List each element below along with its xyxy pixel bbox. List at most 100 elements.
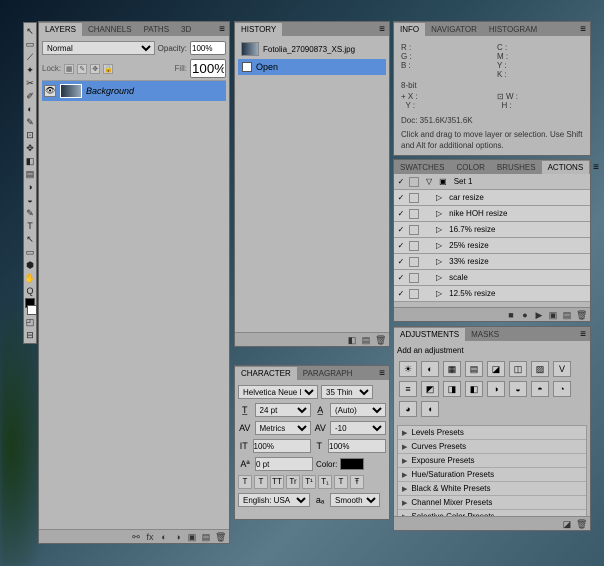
tab-history[interactable]: HISTORY <box>235 23 282 36</box>
lock-all-icon[interactable]: 🔒 <box>103 64 113 74</box>
history-item[interactable]: Open <box>238 59 386 75</box>
vscale-input[interactable] <box>253 439 311 453</box>
tab-character[interactable]: CHARACTER <box>235 367 297 380</box>
action-row[interactable]: ✓▷car resize <box>394 190 590 206</box>
layer-thumbnail[interactable] <box>60 84 82 98</box>
tool-path[interactable]: ↖ <box>24 233 36 245</box>
folder-icon[interactable]: ▣ <box>187 532 197 542</box>
type-style-button[interactable]: T¹ <box>302 475 316 489</box>
kerning-select[interactable]: Metrics <box>255 421 311 435</box>
tool-shape[interactable]: ▭ <box>24 246 36 258</box>
adjustment-button[interactable]: ◩ <box>421 381 439 397</box>
preset-row[interactable]: ▶Levels Presets <box>398 426 586 440</box>
baseline-input[interactable] <box>255 457 313 471</box>
visibility-icon[interactable]: 👁 <box>44 85 56 97</box>
tool-history-brush[interactable]: ✥ <box>24 142 36 154</box>
action-set[interactable]: ✓ ▽ ▣ Set 1 <box>394 174 590 190</box>
tool-hand[interactable]: ✋ <box>24 272 36 284</box>
adjustment-button[interactable]: ≡ <box>399 381 417 397</box>
tool-wand[interactable]: ✦ <box>24 64 36 76</box>
background-swatch[interactable] <box>27 305 37 315</box>
action-row[interactable]: ✓▷12.5% resize <box>394 286 590 302</box>
tracking-select[interactable]: -10 <box>330 421 386 435</box>
clip-icon[interactable]: ◪ <box>562 519 572 529</box>
tool-brush[interactable]: ✎ <box>24 116 36 128</box>
dialog-icon[interactable] <box>409 193 419 203</box>
panel-menu-icon[interactable]: ≡ <box>375 368 389 379</box>
tool-crop[interactable]: ✂ <box>24 77 36 89</box>
tool-zoom[interactable]: Q <box>24 285 36 297</box>
check-icon[interactable]: ✓ <box>396 241 406 250</box>
preset-row[interactable]: ▶Curves Presets <box>398 440 586 454</box>
trash-icon[interactable]: 🗑 <box>576 310 586 320</box>
tool-gradient[interactable]: ▤ <box>24 168 36 180</box>
type-style-button[interactable]: Tr <box>286 475 300 489</box>
adjustment-button[interactable]: ◖ <box>421 401 439 417</box>
snapshot-icon[interactable]: ◧ <box>347 335 357 345</box>
tab-actions[interactable]: ACTIONS <box>542 161 590 174</box>
dialog-icon[interactable] <box>409 273 419 283</box>
tool-3d[interactable]: ⬢ <box>24 259 36 271</box>
trash-icon[interactable]: 🗑 <box>576 519 586 529</box>
dialog-icon[interactable] <box>409 289 419 299</box>
layer-row[interactable]: 👁 Background <box>42 81 226 101</box>
tab-color[interactable]: COLOR <box>450 161 490 174</box>
font-style-select[interactable]: 35 Thin <box>321 385 373 399</box>
type-style-button[interactable]: TT <box>270 475 284 489</box>
adjustment-button[interactable]: ▤ <box>465 361 483 377</box>
fx-icon[interactable]: fx <box>145 532 155 542</box>
adjustment-button[interactable]: ◨ <box>443 381 461 397</box>
panel-menu-icon[interactable]: ≡ <box>215 24 229 35</box>
stop-icon[interactable]: ■ <box>506 310 516 320</box>
action-row[interactable]: ✓▷25% resize <box>394 238 590 254</box>
preset-row[interactable]: ▶Black & White Presets <box>398 482 586 496</box>
check-icon[interactable]: ✓ <box>396 289 406 298</box>
panel-menu-icon[interactable]: ≡ <box>576 329 590 340</box>
mask-icon[interactable]: ◐ <box>159 532 169 542</box>
new-doc-icon[interactable]: ▤ <box>361 335 371 345</box>
tool-move[interactable]: ↖ <box>24 25 36 37</box>
action-row[interactable]: ✓▷16.7% resize <box>394 222 590 238</box>
tab-navigator[interactable]: NAVIGATOR <box>425 23 483 36</box>
adjustment-icon[interactable]: ◑ <box>173 532 183 542</box>
tab-info[interactable]: INFO <box>394 23 425 36</box>
adjustment-button[interactable]: ◫ <box>509 361 527 377</box>
tool-lasso[interactable]: ⟋ <box>24 51 36 63</box>
adjustment-button[interactable]: ☀ <box>399 361 417 377</box>
tool-screenmode[interactable]: ⊟ <box>24 329 36 341</box>
type-style-button[interactable]: T <box>254 475 268 489</box>
adjustment-button[interactable]: ◑ <box>487 381 505 397</box>
dialog-icon[interactable] <box>409 209 419 219</box>
tab-adjustments[interactable]: ADJUSTMENTS <box>394 328 465 341</box>
leading-select[interactable]: (Auto) <box>330 403 386 417</box>
tab-channels[interactable]: CHANNELS <box>82 23 138 36</box>
check-icon[interactable]: ✓ <box>396 177 406 186</box>
check-icon[interactable]: ✓ <box>396 193 406 202</box>
tab-swatches[interactable]: SWATCHES <box>394 161 450 174</box>
action-row[interactable]: ✓▷nike HOH resize <box>394 206 590 222</box>
adjustment-button[interactable]: ▨ <box>531 361 549 377</box>
check-icon[interactable]: ✓ <box>396 209 406 218</box>
adjustment-button[interactable]: ◪ <box>487 361 505 377</box>
tool-type[interactable]: T <box>24 220 36 232</box>
tab-histogram[interactable]: HISTOGRAM <box>483 23 543 36</box>
fill-input[interactable] <box>190 59 226 78</box>
blend-mode-select[interactable]: Normal <box>42 41 155 55</box>
check-icon[interactable]: ✓ <box>396 225 406 234</box>
tool-quickmask[interactable]: ◰ <box>24 316 36 328</box>
opacity-input[interactable] <box>190 41 226 55</box>
check-icon[interactable]: ✓ <box>396 257 406 266</box>
antialias-select[interactable]: Smooth <box>330 493 380 507</box>
lock-paint-icon[interactable]: ✎ <box>77 64 87 74</box>
type-style-button[interactable]: T <box>334 475 348 489</box>
history-doc-thumb[interactable] <box>241 42 259 56</box>
adjustment-button[interactable]: ◔ <box>553 381 571 397</box>
trash-icon[interactable]: 🗑 <box>215 532 225 542</box>
lock-position-icon[interactable]: ✥ <box>90 64 100 74</box>
type-style-button[interactable]: Ŧ <box>350 475 364 489</box>
panel-menu-icon[interactable]: ≡ <box>576 24 590 35</box>
adjustment-button[interactable]: ◐ <box>421 361 439 377</box>
tool-eyedrop[interactable]: ✐ <box>24 90 36 102</box>
tab-paragraph[interactable]: PARAGRAPH <box>297 367 359 380</box>
tab-layers[interactable]: LAYERS <box>39 23 82 36</box>
